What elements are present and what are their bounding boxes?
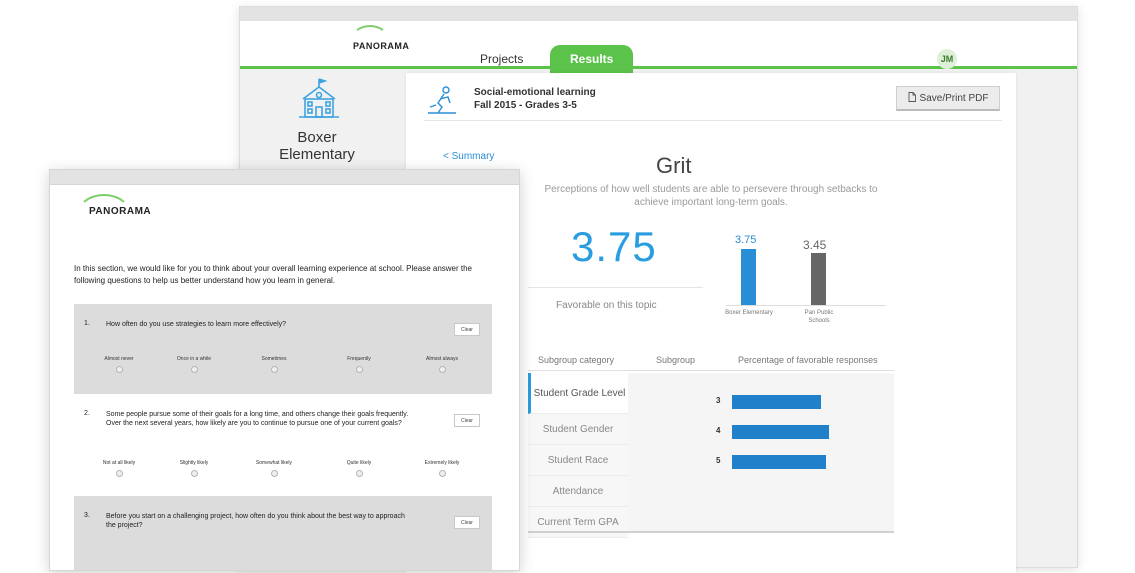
subgroup-category-item[interactable]: Attendance [528, 476, 628, 507]
measure-title: Grit [656, 153, 692, 178]
panorama-logo: PANORAMA [89, 206, 152, 217]
question-text: Some people pursue some of their goals f… [106, 411, 409, 427]
topic-title: Social-emotional learning [474, 87, 596, 98]
save-print-pdf-button[interactable]: Save/Print PDF [896, 86, 1000, 111]
subgroup-bar-row: 3 [716, 395, 856, 409]
school-name-line1: Boxer [297, 129, 337, 146]
school-building-icon [297, 77, 341, 126]
answer-radio[interactable] [439, 366, 446, 373]
question-number: 3. [84, 512, 90, 519]
save-print-pdf-label: Save/Print PDF [919, 92, 989, 104]
survey-window: PANORAMA In this section, we would like … [49, 169, 520, 571]
subgroup-bar-row: 5 [716, 455, 856, 469]
answer-option-label: Quite likely [346, 460, 372, 466]
topic-subtitle: Fall 2015 - Grades 3-5 [474, 100, 577, 111]
school-name-line2: Elementary [279, 146, 355, 163]
panorama-logo[interactable]: PANORAMA [353, 41, 409, 51]
answer-radio[interactable] [356, 470, 363, 477]
subgroup-label: 3 [716, 396, 721, 405]
top-nav: PANORAMA Projects Results JM [240, 21, 1077, 73]
answer-option-label: Frequently [347, 356, 371, 362]
subgroup-bar [732, 455, 826, 469]
subgroup-category-item[interactable]: Student Grade Level [528, 373, 628, 414]
clear-button[interactable]: Clear [454, 323, 480, 336]
subgroup-bar [732, 395, 821, 409]
divider [424, 120, 1002, 121]
comparison-bar-chart: 3.75 Boxer Elementary 3.45 Pan Public Schoo… [725, 223, 886, 324]
measure-description: Perceptions of how well students are abl… [544, 184, 878, 208]
subgroup-category-item[interactable]: Current Term GPA [528, 507, 628, 538]
clear-button[interactable]: Clear [454, 516, 480, 529]
answer-radio[interactable] [116, 366, 123, 373]
comparison-bar-value: 3.45 [803, 238, 827, 252]
question-number: 1. [84, 320, 90, 327]
answer-radio[interactable] [439, 470, 446, 477]
tab-results[interactable]: Results [550, 45, 634, 73]
question-block: 3. Before you start on a challenging pro… [74, 496, 492, 570]
answer-radio[interactable] [271, 366, 278, 373]
divider [528, 531, 894, 533]
answer-radio[interactable] [191, 470, 198, 477]
user-avatar[interactable]: JM [937, 49, 957, 69]
favorable-score: 3.75 [571, 223, 657, 270]
column-header-percentage: Percentage of favorable responses [738, 355, 878, 365]
answer-radio[interactable] [271, 470, 278, 477]
answer-radio[interactable] [116, 470, 123, 477]
answer-radio[interactable] [191, 366, 198, 373]
answer-option-label: Extremely likely [424, 460, 460, 466]
answer-option-label: Slightly likely [179, 460, 209, 466]
question-block: 1. How often do you use strategies to le… [74, 304, 492, 394]
summary-link[interactable]: < Summary [443, 151, 494, 162]
subgroup-bar [732, 425, 829, 439]
answer-option-label: Almost never [104, 356, 134, 362]
clear-button[interactable]: Clear [454, 414, 480, 427]
subgroup-bar-row: 4 [716, 425, 856, 439]
divider [528, 287, 703, 288]
question-number: 2. [84, 410, 90, 417]
comparison-bar [811, 253, 826, 305]
answer-radio[interactable] [356, 366, 363, 373]
answer-option-label: Almost always [426, 356, 458, 362]
comparison-bar-caption: Pan Public Schools [804, 310, 834, 324]
window-titlebar [50, 170, 519, 185]
bar-chart-baseline [726, 305, 886, 306]
answer-option-label: Once in a while [176, 356, 212, 362]
answer-option-label: Not at all likely [102, 460, 136, 466]
subgroup-bars-area: 3 4 5 [628, 373, 894, 531]
subgroup-category-list: Student Grade Level Student Gender Student… [528, 373, 628, 538]
window-titlebar [240, 7, 1077, 22]
subgroup-category-item[interactable]: Student Gender [528, 414, 628, 445]
school-name: Boxer Elementary [262, 129, 372, 163]
comparison-bar-caption: Boxer Elementary [725, 310, 773, 316]
answer-option-label: Somewhat likely [255, 460, 293, 466]
column-header-subgroup: Subgroup [656, 355, 696, 365]
survey-intro: In this section, we would like for you t… [74, 264, 472, 285]
subgroup-label: 5 [716, 456, 721, 465]
question-block: 2. Some people pursue some of their goal… [74, 398, 492, 488]
pdf-file-icon [908, 91, 916, 105]
answer-option-label: Sometimes [261, 356, 287, 362]
tab-projects[interactable]: Projects [462, 47, 541, 71]
subgroup-label: 4 [716, 426, 721, 435]
favorable-label: Favorable on this topic [556, 300, 657, 311]
question-text: Before you start on a challenging projec… [106, 513, 405, 529]
question-text: How often do you use strategies to learn… [106, 321, 287, 328]
comparison-bar [741, 249, 756, 305]
sel-topic-icon [424, 83, 460, 122]
divider [528, 370, 894, 371]
subgroup-category-item[interactable]: Student Race [528, 445, 628, 476]
comparison-bar-value: 3.75 [735, 234, 757, 246]
column-header-category: Subgroup category [538, 355, 615, 365]
